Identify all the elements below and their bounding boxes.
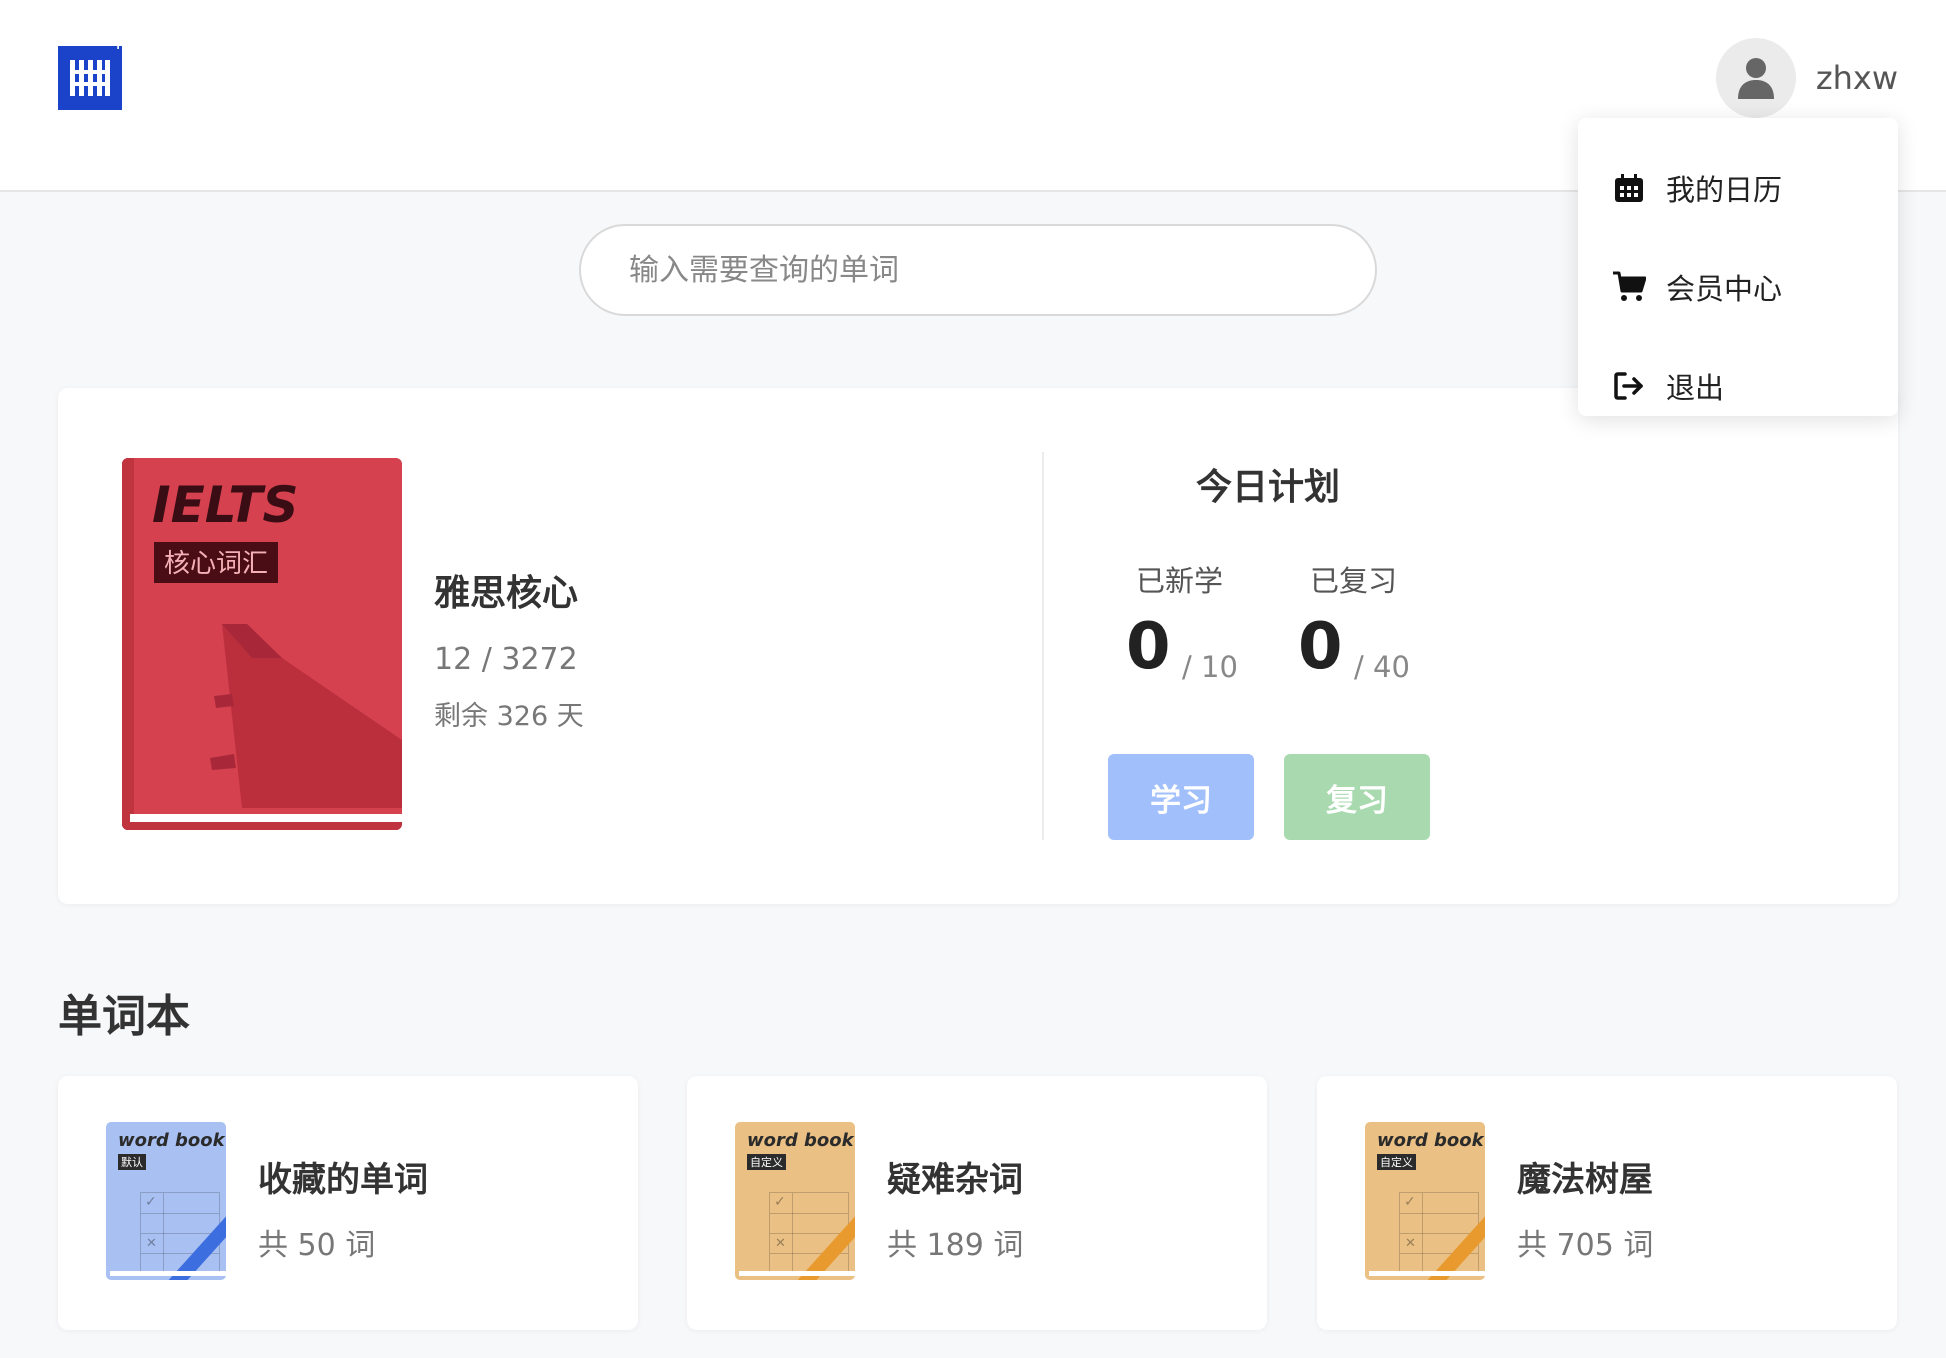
- wordbook-cover: ✓ ✕ word book 自定义: [735, 1122, 855, 1280]
- menu-item-label: 会员中心: [1666, 271, 1783, 306]
- wordbook-count: 共 705 词: [1517, 1228, 1654, 1263]
- reviewed-target: / 40: [1354, 650, 1410, 684]
- today-plan-title: 今日计划: [1196, 467, 1341, 508]
- avatar[interactable]: [1715, 38, 1796, 118]
- review-button[interactable]: 复习: [1284, 754, 1430, 840]
- wordbook-card-magic-tree-house[interactable]: ✓ ✕ word book 自定义 魔法树屋 共 705 词: [1317, 1076, 1897, 1330]
- wordbook-cover-text: word book: [118, 1130, 225, 1151]
- book-cover[interactable]: IELTS 核心词汇: [122, 458, 402, 830]
- book-title: 雅思核心: [434, 573, 579, 614]
- learned-label: 已新学: [1136, 564, 1224, 598]
- logout-icon: [1612, 369, 1646, 403]
- learned-target: / 10: [1182, 650, 1238, 684]
- app-logo[interactable]: +: [58, 37, 124, 110]
- learn-button[interactable]: 学习: [1108, 754, 1254, 840]
- user-icon: [1737, 58, 1774, 99]
- wordbook-card-difficult[interactable]: ✓ ✕ word book 自定义 疑难杂词 共 189 词: [687, 1076, 1267, 1330]
- reviewed-label: 已复习: [1310, 564, 1398, 598]
- wordbook-cover: ✓ ✕ word book 默认: [106, 1122, 226, 1280]
- wordbook-cover-text: word book: [1377, 1130, 1484, 1151]
- user-menu-trigger[interactable]: zhxw: [1715, 38, 1898, 118]
- study-plan-card: IELTS 核心词汇 雅思核心 12 / 3272 剩余 326 天 今日计划 …: [58, 388, 1898, 904]
- menu-item-membership[interactable]: 会员中心: [1578, 237, 1898, 336]
- username: zhxw: [1815, 59, 1898, 97]
- wordbook-name: 魔法树屋: [1517, 1160, 1653, 1200]
- menu-item-label: 我的日历: [1666, 172, 1783, 207]
- wordbook-card-favorites[interactable]: ✓ ✕ word book 默认 收藏的单词 共 50 词: [58, 1076, 638, 1330]
- wordbook-cover-text: word book: [747, 1130, 854, 1151]
- user-dropdown-menu: 我的日历 会员中心 退出: [1578, 118, 1898, 416]
- search-input[interactable]: [579, 224, 1377, 316]
- book-progress: 12 / 3272: [434, 642, 578, 677]
- divider: [1042, 452, 1044, 840]
- menu-item-label: 退出: [1666, 370, 1725, 405]
- menu-item-calendar[interactable]: 我的日历: [1578, 138, 1898, 237]
- menu-item-logout[interactable]: 退出: [1578, 336, 1898, 435]
- wordbooks-title: 单词本: [58, 991, 190, 1042]
- wordbook-count: 共 50 词: [258, 1228, 376, 1263]
- wordbook-count: 共 189 词: [887, 1228, 1024, 1263]
- cover-subtitle: 核心词汇: [154, 542, 279, 583]
- cover-title: IELTS: [152, 476, 299, 534]
- cart-icon: [1612, 270, 1646, 304]
- wordbook-cover: ✓ ✕ word book 自定义: [1365, 1122, 1485, 1280]
- learned-count: 0: [1126, 610, 1171, 684]
- days-remaining: 剩余 326 天: [434, 701, 584, 732]
- wordbook-name: 收藏的单词: [258, 1160, 428, 1200]
- wordbook-tag: 自定义: [1377, 1154, 1416, 1170]
- wordbook-name: 疑难杂词: [887, 1160, 1023, 1200]
- reviewed-count: 0: [1298, 610, 1343, 684]
- wordbook-tag: 默认: [118, 1154, 146, 1170]
- wordbook-tag: 自定义: [747, 1154, 786, 1170]
- calendar-icon: [1612, 171, 1646, 205]
